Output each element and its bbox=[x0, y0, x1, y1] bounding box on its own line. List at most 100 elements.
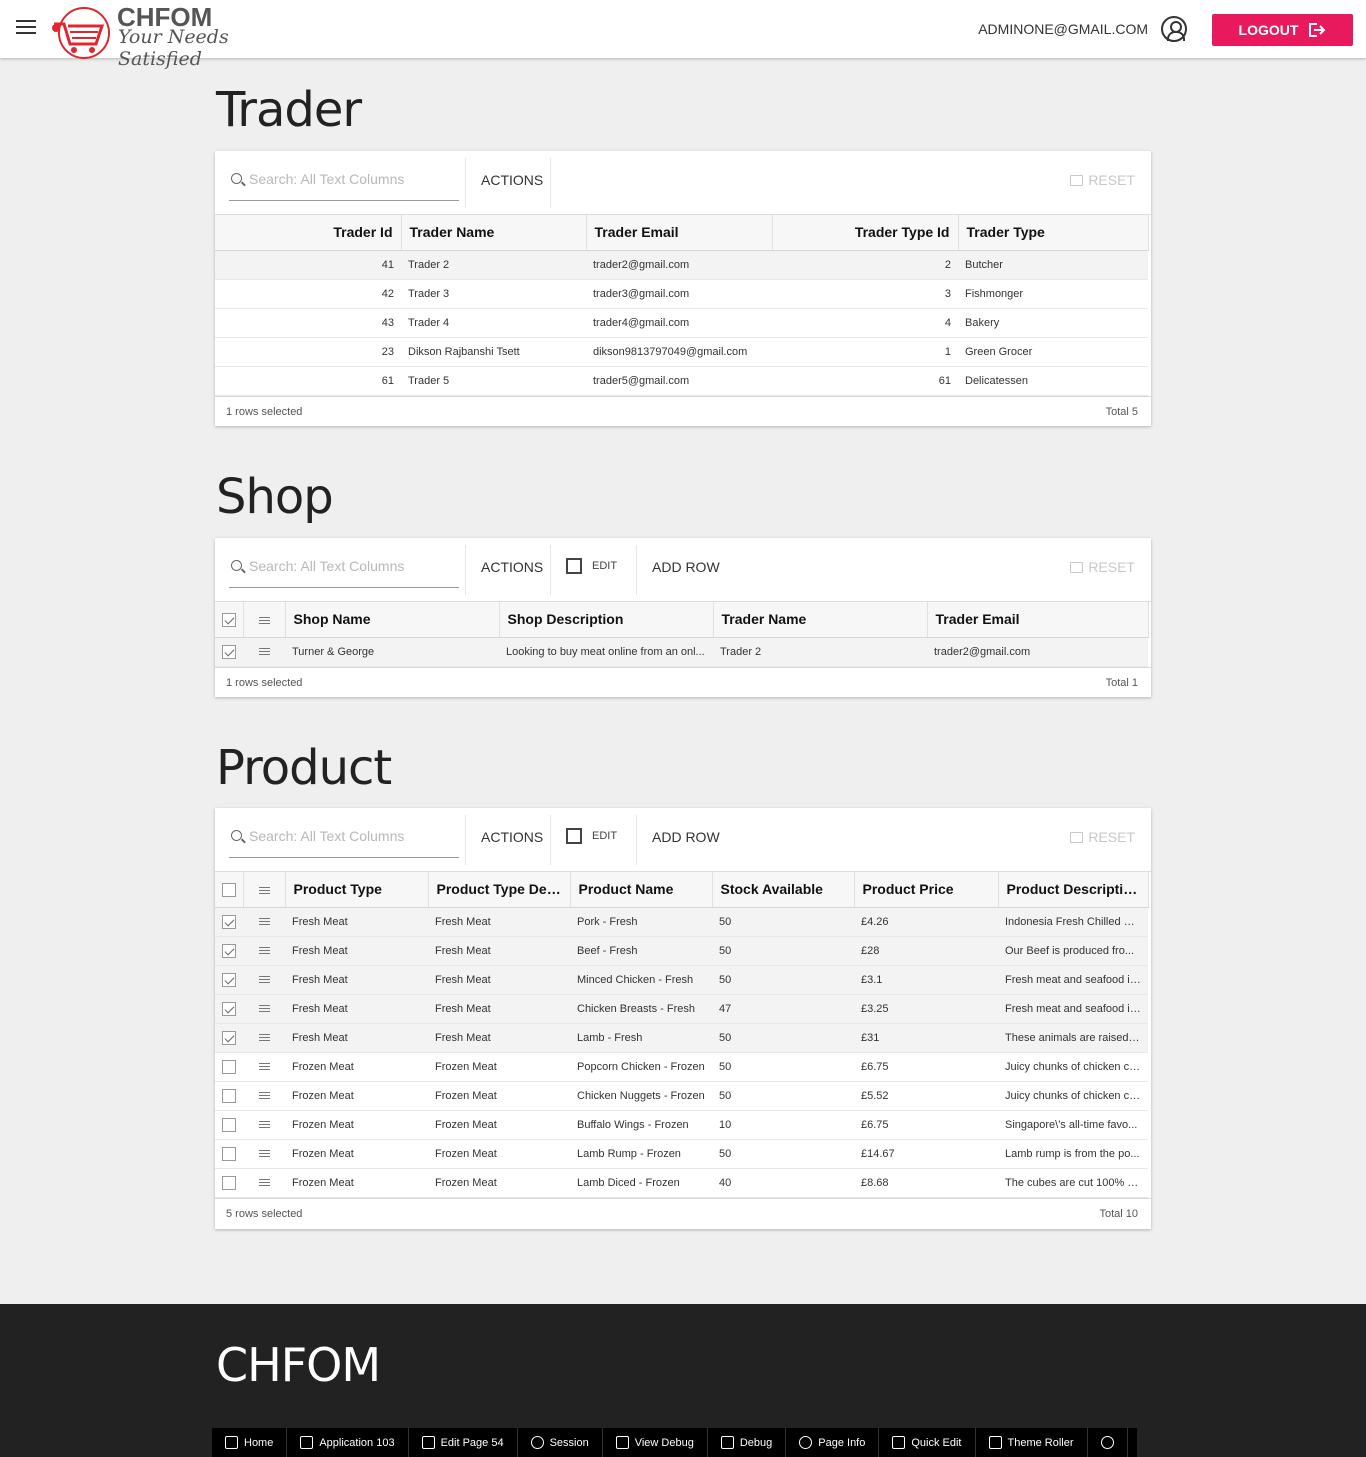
col-header-product-description[interactable]: Product Description bbox=[998, 872, 1149, 908]
col-header-trader-email[interactable]: Trader Email bbox=[927, 602, 1149, 638]
row-checkbox[interactable] bbox=[222, 1146, 236, 1161]
drag-cell[interactable] bbox=[243, 994, 285, 1024]
shop-add-row-button[interactable]: ADD ROW bbox=[652, 559, 720, 575]
drag-handle-icon[interactable] bbox=[258, 916, 270, 927]
table-row[interactable]: Frozen Meat Frozen Meat Chicken Nuggets - … bbox=[215, 1081, 1148, 1111]
row-checkbox-cell[interactable] bbox=[215, 1052, 243, 1082]
devbar-item-quick-edit[interactable]: Quick Edit bbox=[879, 1428, 976, 1457]
row-checkbox[interactable] bbox=[222, 943, 236, 958]
row-checkbox-cell[interactable] bbox=[215, 637, 243, 667]
col-header-trader-type-id[interactable]: Trader Type Id bbox=[772, 215, 959, 251]
row-checkbox-cell[interactable] bbox=[215, 1168, 243, 1198]
logo[interactable]: CHFOM Your Needs Satisfied bbox=[50, 0, 260, 70]
drag-handle-icon[interactable] bbox=[258, 1061, 270, 1072]
trader-search-input[interactable] bbox=[249, 171, 454, 187]
col-header-product-price[interactable]: Product Price bbox=[854, 872, 999, 908]
devbar-item-settings[interactable] bbox=[1088, 1428, 1128, 1457]
select-all-checkbox-cell[interactable] bbox=[215, 602, 244, 638]
drag-handle-icon[interactable] bbox=[258, 1177, 270, 1188]
product-reset-button[interactable]: RESET bbox=[1070, 829, 1135, 845]
drag-cell[interactable] bbox=[243, 1168, 285, 1198]
table-row[interactable]: Fresh Meat Fresh Meat Minced Chicken - Fre… bbox=[215, 965, 1148, 995]
row-checkbox[interactable] bbox=[222, 914, 236, 929]
drag-cell[interactable] bbox=[243, 1052, 285, 1082]
row-checkbox-cell[interactable] bbox=[215, 1023, 243, 1053]
drag-handle-icon[interactable] bbox=[258, 646, 270, 657]
table-row[interactable]: 42 Trader 3 trader3@gmail.com 3 Fishmong… bbox=[215, 279, 1148, 309]
col-header-trader-id[interactable]: Trader Id bbox=[215, 215, 402, 251]
drag-cell[interactable] bbox=[243, 936, 285, 966]
col-header-product-type-description[interactable]: Product Type Des... bbox=[428, 872, 571, 908]
devbar-item-session[interactable]: Session bbox=[518, 1428, 603, 1457]
row-checkbox-cell[interactable] bbox=[215, 907, 243, 937]
shop-actions-button[interactable]: ACTIONS bbox=[481, 559, 543, 575]
drag-handle-icon[interactable] bbox=[258, 1090, 270, 1101]
col-header-trader-name[interactable]: Trader Name bbox=[713, 602, 928, 638]
devbar-item-theme-roller[interactable]: Theme Roller bbox=[976, 1428, 1088, 1457]
row-checkbox[interactable] bbox=[222, 1088, 236, 1103]
row-checkbox-cell[interactable] bbox=[215, 1110, 243, 1140]
devbar-item-page-info[interactable]: Page Info bbox=[786, 1428, 880, 1457]
user-avatar-icon[interactable] bbox=[1161, 16, 1187, 42]
col-header-shop-description[interactable]: Shop Description bbox=[499, 602, 714, 638]
drag-handle-icon[interactable] bbox=[258, 1148, 270, 1159]
row-checkbox[interactable] bbox=[222, 972, 236, 987]
shop-search-input[interactable] bbox=[249, 558, 454, 574]
table-row[interactable]: Frozen Meat Frozen Meat Popcorn Chicken - … bbox=[215, 1052, 1148, 1082]
logout-button[interactable]: LOGOUT bbox=[1212, 14, 1353, 46]
select-all-checkbox-cell[interactable] bbox=[215, 872, 244, 908]
menu-icon[interactable] bbox=[16, 20, 36, 36]
product-actions-button[interactable]: ACTIONS bbox=[481, 829, 543, 845]
table-row[interactable]: Fresh Meat Fresh Meat Lamb - Fresh 50 £31 The… bbox=[215, 1023, 1148, 1053]
shop-edit-toggle[interactable]: EDIT bbox=[566, 558, 617, 574]
devbar-item-view-debug[interactable]: View Debug bbox=[603, 1428, 708, 1457]
drag-cell[interactable] bbox=[243, 907, 285, 937]
table-row[interactable]: 23 Dikson Rajbanshi Tsett dikson98137970… bbox=[215, 337, 1148, 367]
drag-handle-icon[interactable] bbox=[258, 1032, 270, 1043]
table-row[interactable]: Frozen Meat Frozen Meat Lamb Rump - Frozen… bbox=[215, 1139, 1148, 1169]
drag-cell[interactable] bbox=[243, 1081, 285, 1111]
trader-reset-button[interactable]: RESET bbox=[1070, 172, 1135, 188]
drag-handle-icon[interactable] bbox=[258, 945, 270, 956]
row-checkbox[interactable] bbox=[222, 1059, 236, 1074]
drag-handle-icon[interactable] bbox=[258, 1119, 270, 1130]
row-checkbox-cell[interactable] bbox=[215, 1139, 243, 1169]
table-row[interactable]: Fresh Meat Fresh Meat Beef - Fresh 50 £28 Our… bbox=[215, 936, 1148, 966]
row-checkbox-cell[interactable] bbox=[215, 936, 243, 966]
col-header-product-type[interactable]: Product Type bbox=[285, 872, 429, 908]
table-row[interactable]: Turner & George Looking to buy meat onli… bbox=[215, 637, 1148, 667]
col-header-trader-type[interactable]: Trader Type bbox=[958, 215, 1149, 251]
select-all-checkbox[interactable] bbox=[221, 613, 236, 628]
drag-handle-icon[interactable] bbox=[258, 1003, 270, 1014]
trader-actions-button[interactable]: ACTIONS bbox=[481, 172, 543, 188]
drag-cell[interactable] bbox=[243, 965, 285, 995]
product-search-input[interactable] bbox=[249, 828, 454, 844]
row-checkbox[interactable] bbox=[222, 1001, 236, 1016]
edit-checkbox[interactable] bbox=[566, 558, 582, 574]
col-header-shop-name[interactable]: Shop Name bbox=[285, 602, 500, 638]
table-row[interactable]: 61 Trader 5 trader5@gmail.com 61 Delicat… bbox=[215, 366, 1148, 396]
table-row[interactable]: Fresh Meat Fresh Meat Chicken Breasts - Fr… bbox=[215, 994, 1148, 1024]
table-row[interactable]: Fresh Meat Fresh Meat Pork - Fresh 50 £4.26 I… bbox=[215, 907, 1148, 937]
devbar-item-application-103[interactable]: Application 103 bbox=[287, 1428, 409, 1457]
table-row[interactable]: 41 Trader 2 trader2@gmail.com 2 Butcher bbox=[215, 250, 1148, 280]
shop-reset-button[interactable]: RESET bbox=[1070, 559, 1135, 575]
row-checkbox-cell[interactable] bbox=[215, 994, 243, 1024]
drag-cell[interactable] bbox=[243, 1139, 285, 1169]
table-row[interactable]: Frozen Meat Frozen Meat Buffalo Wings - Fr… bbox=[215, 1110, 1148, 1140]
product-add-row-button[interactable]: ADD ROW bbox=[652, 829, 720, 845]
row-checkbox[interactable] bbox=[222, 1117, 236, 1132]
devbar-item-edit-page-54[interactable]: Edit Page 54 bbox=[409, 1428, 518, 1457]
col-header-product-name[interactable]: Product Name bbox=[570, 872, 713, 908]
devbar-item-debug[interactable]: Debug bbox=[708, 1428, 787, 1457]
drag-cell[interactable] bbox=[243, 1110, 285, 1140]
drag-cell[interactable] bbox=[243, 1023, 285, 1053]
product-edit-toggle[interactable]: EDIT bbox=[566, 828, 617, 844]
devbar-item-home[interactable]: Home bbox=[212, 1428, 288, 1457]
col-header-trader-name[interactable]: Trader Name bbox=[401, 215, 587, 251]
drag-handle-icon[interactable] bbox=[258, 974, 270, 985]
row-checkbox-cell[interactable] bbox=[215, 1081, 243, 1111]
drag-cell[interactable] bbox=[243, 637, 285, 667]
col-header-stock-available[interactable]: Stock Available bbox=[712, 872, 855, 908]
table-row[interactable]: Frozen Meat Frozen Meat Lamb Diced - Froze… bbox=[215, 1168, 1148, 1198]
